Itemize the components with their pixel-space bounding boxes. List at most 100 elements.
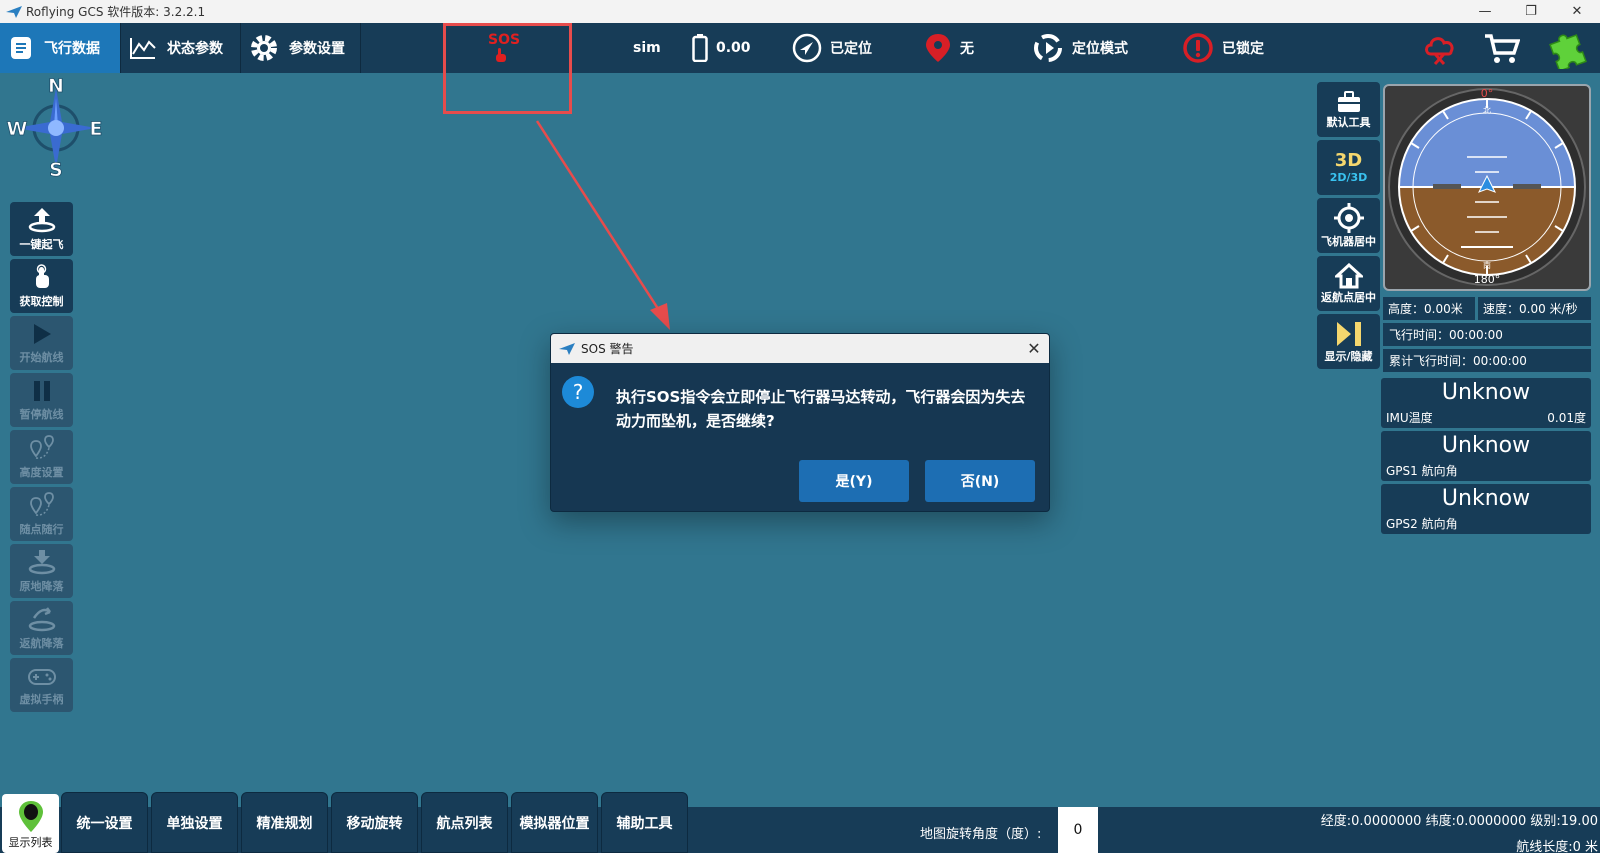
yes-button[interactable]: 是(Y) [799,460,909,502]
cloud-disconnect-icon[interactable] [1422,32,1458,66]
compass-w: W [7,118,28,140]
tool-label: 返航点居中 [1321,290,1376,304]
tab-flight-data[interactable]: 飞行数据 [0,23,121,73]
attitude-north: 北 [1483,106,1491,115]
mode-label: sim [633,40,661,56]
title-bar: Roflying GCS 软件版本: 3.2.2.1 — ❐ ✕ [0,0,1600,23]
pause-icon [33,380,50,401]
get-control-button[interactable]: 获取控制 [10,259,73,313]
tool-label: 显示/隐藏 [1324,349,1373,363]
show-list-button[interactable]: 显示列表 [2,794,59,853]
rotation-label: 地图旋转角度（度）: [920,827,1042,842]
tool-label: 获取控制 [19,294,64,308]
toolbox-icon [1337,90,1360,112]
gps1-heading-label: GPS1 航向角 [1386,464,1458,478]
tool-label: 开始航线 [19,350,64,364]
compass-n: N [48,76,64,97]
gps-status: 已定位 [792,23,872,73]
rtk-status-label: 无 [960,41,974,57]
gps1-heading-value: Unknow [1441,433,1531,458]
map-pin-icon [926,34,950,62]
imu-temp-reading: 0.01度 [1547,411,1586,425]
compass-s: S [49,159,63,180]
sos-warning-dialog: SOS 警告 ✕ ? 执行SOS指令会立即停止飞行器马达转动，飞行器会因为失去动… [550,333,1050,512]
route-length-readout: 航线长度:0 米 [1516,840,1598,853]
follow-point-button[interactable]: 随点随行 [10,487,73,541]
position-mode-label: 定位模式 [1072,41,1128,57]
question-icon: ? [562,376,594,408]
tab-aux-tools[interactable]: 辅助工具 [601,792,688,853]
virtual-joystick-button[interactable]: 虚拟手柄 [10,658,73,712]
battery-value: 0.00 [716,40,751,56]
rotation-input[interactable]: 0 [1058,807,1098,853]
tool-label: 随点随行 [19,522,64,536]
right-tool-column: 默认工具 3D 2D/3D 飞机器居中 返航点居中 显示/隐藏 [1317,82,1380,372]
return-land-button[interactable]: 返航降落 [10,601,73,655]
attitude-top-deg: 0° [1481,87,1494,100]
center-home-button[interactable]: 返航点居中 [1317,256,1380,311]
dialog-close-button[interactable]: ✕ [1019,339,1049,358]
tool-label: 虚拟手柄 [19,692,64,706]
shopping-cart-icon[interactable] [1484,33,1520,65]
tab-unified-settings[interactable]: 统一设置 [61,792,148,853]
tab-precise-planning[interactable]: 精准规划 [241,792,328,853]
no-button[interactable]: 否(N) [925,460,1035,502]
2d-3d-label: 2D/3D [1329,171,1368,184]
rtk-status: 无 [924,23,974,73]
close-window-button[interactable]: ✕ [1554,4,1600,19]
gear-icon [251,35,277,61]
map-pin-icon [18,801,43,832]
sos-highlight-box [443,23,572,114]
start-route-button[interactable]: 开始航线 [10,316,73,370]
total-flight-time-row: 累计飞行时间：00:00:00 [1383,349,1591,372]
skip-forward-icon [1336,321,1361,346]
altitude-speed-row: 高度：0.00米 速度：0.00 米/秒 [1383,297,1591,320]
tab-move-rotate[interactable]: 移动旋转 [331,792,418,853]
gps2-heading-box: Unknow GPS2 航向角 [1381,484,1591,534]
route-pins-icon [29,491,54,516]
tool-label: 默认工具 [1326,115,1371,129]
show-hide-button[interactable]: 显示/隐藏 [1317,314,1380,369]
tool-label: 返航降落 [19,636,64,650]
left-tool-column: 一键起飞 获取控制 开始航线 暂停航线 高度设置 随点随行 原地降落 返航降落 … [10,202,73,715]
alert-icon [1183,33,1213,63]
gamepad-icon [27,668,56,685]
minimize-button[interactable]: — [1462,4,1508,19]
land-in-place-button[interactable]: 原地降落 [10,544,73,598]
pause-route-button[interactable]: 暂停航线 [10,373,73,427]
tool-label: 高度设置 [19,465,64,479]
tool-label: 一键起飞 [19,237,64,251]
attitude-bottom-deg: 180° [1474,273,1501,286]
document-icon [11,37,31,59]
crosshair-icon [1333,202,1364,233]
refresh-cycle-icon [1034,34,1062,62]
tool-label: 暂停航线 [19,407,64,421]
compass-rose: N S W E [4,75,108,182]
tab-waypoint-list[interactable]: 航点列表 [421,792,508,853]
toggle-2d-3d-button[interactable]: 3D 2D/3D [1317,140,1380,195]
attitude-south: 南 [1483,260,1491,270]
lock-status-label: 已锁定 [1222,41,1264,57]
return-home-icon [28,606,55,631]
imu-temp-value: Unknow [1441,380,1531,405]
dialog-title-bar: SOS 警告 ✕ [551,334,1049,363]
puzzle-plugin-icon[interactable] [1548,27,1588,69]
center-aircraft-button[interactable]: 飞机器居中 [1317,198,1380,253]
default-tools-button[interactable]: 默认工具 [1317,82,1380,137]
app-logo-icon [6,5,22,18]
tab-simulator-position[interactable]: 模拟器位置 [511,792,598,853]
dialog-title: SOS 警告 [581,342,634,356]
takeoff-button[interactable]: 一键起飞 [10,202,73,256]
compass-e: E [90,118,103,140]
position-mode: 定位模式 [1032,23,1128,73]
gps1-heading-box: Unknow GPS1 航向角 [1381,431,1591,481]
tab-individual-settings[interactable]: 单独设置 [151,792,238,853]
tool-label: 飞机器居中 [1321,234,1376,248]
maximize-button[interactable]: ❐ [1508,4,1554,19]
tool-label: 原地降落 [19,579,64,593]
tab-param-settings[interactable]: 参数设置 [241,23,361,73]
lock-status: 已锁定 [1182,23,1264,73]
battery-indicator: 0.00 [692,23,751,73]
tab-status-params[interactable]: 状态参数 [121,23,241,73]
altitude-setting-button[interactable]: 高度设置 [10,430,73,484]
